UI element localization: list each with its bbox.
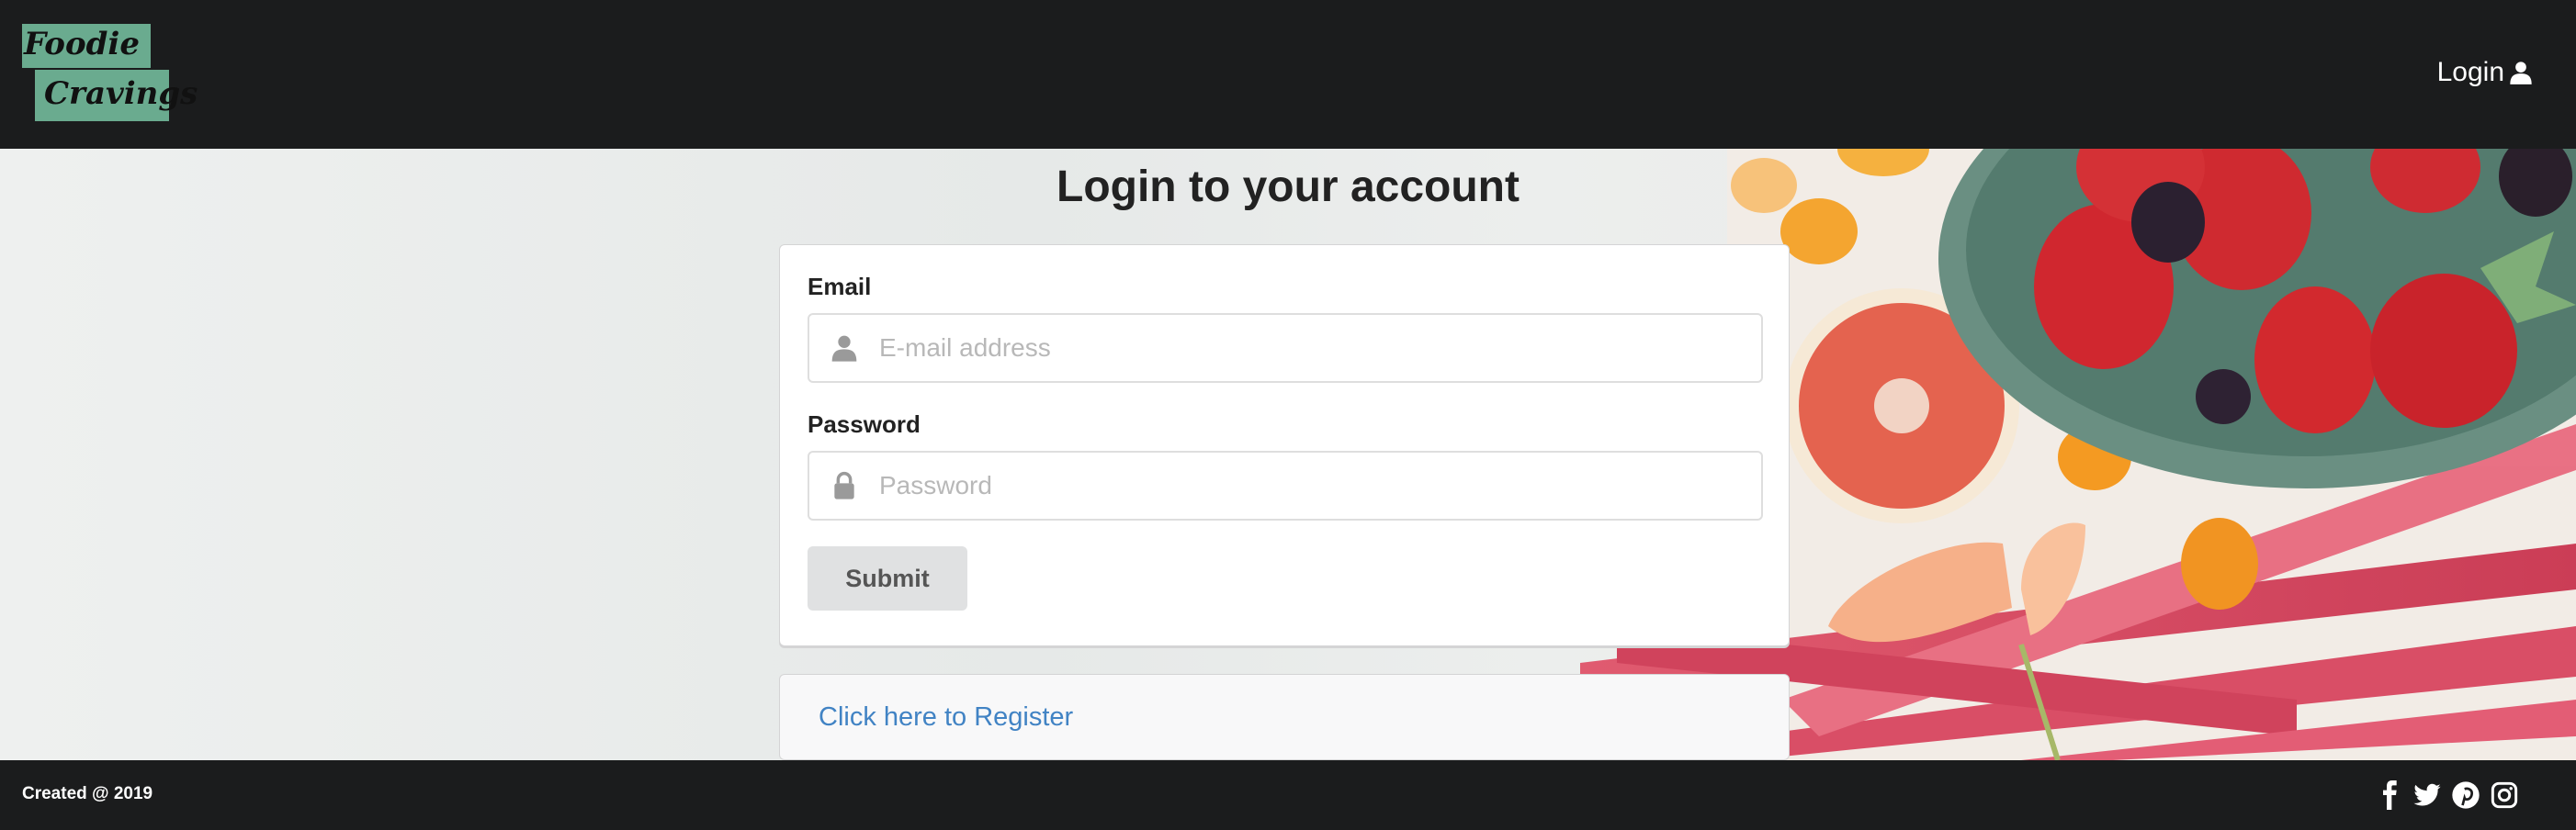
pinterest-icon[interactable] [2451,780,2480,810]
footer: Created @ 2019 [0,760,2576,830]
logo-text-line2: Cravings [44,75,198,112]
user-icon [831,335,857,362]
email-field[interactable] [877,324,1745,372]
user-icon [2510,62,2532,84]
register-box: Click here to Register [779,674,1790,760]
nav-login-link[interactable]: Login [2437,57,2534,88]
top-navbar: Foodie Cravings Login [0,0,2576,149]
password-field-wrapper [808,451,1763,521]
page-title: Login to your account [1056,163,1520,211]
register-link[interactable]: Click here to Register [819,702,1073,733]
email-field-wrapper [808,313,1763,383]
lock-icon [834,471,854,499]
facebook-icon[interactable] [2376,780,2405,810]
password-label: Password [808,410,921,438]
submit-button[interactable]: Submit [808,546,967,611]
login-form: Email Password Submit [779,244,1790,646]
logo[interactable]: Foodie Cravings [22,24,198,123]
nav-login-label: Login [2436,57,2504,87]
instagram-icon[interactable] [2490,780,2519,810]
footer-copyright: Created @ 2019 [22,784,153,803]
hero-section: Login to your account Email Password Sub… [0,149,2576,760]
twitter-icon[interactable] [2412,780,2442,810]
password-field[interactable] [877,462,1745,510]
email-label: Email [808,273,872,300]
logo-text-line1: Foodie [24,26,140,62]
